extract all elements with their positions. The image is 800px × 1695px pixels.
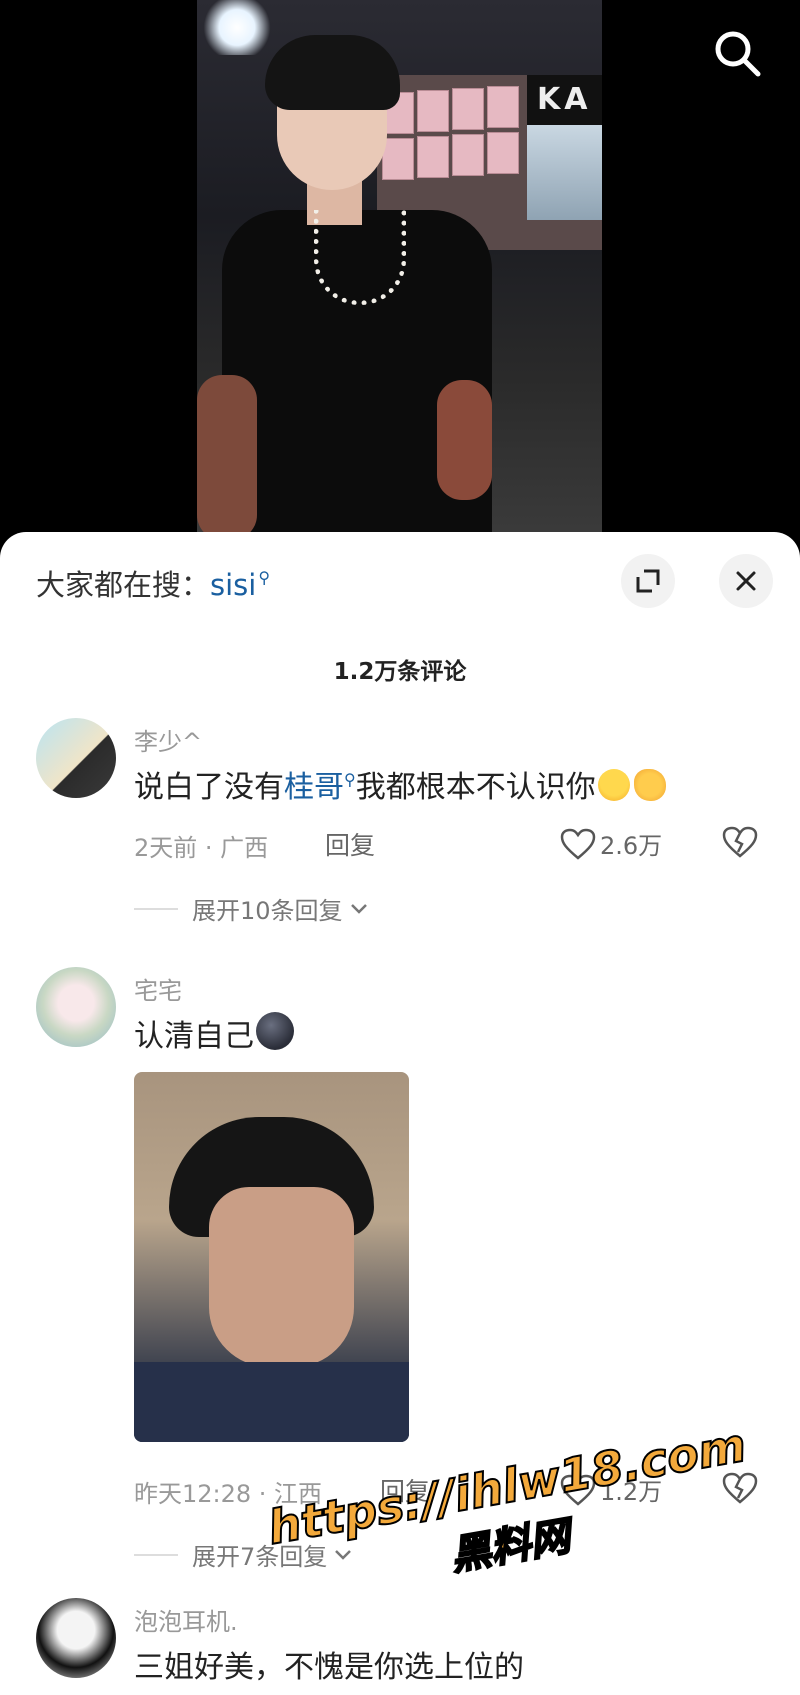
hot-search-term[interactable]: sisi xyxy=(210,568,256,602)
divider xyxy=(134,1553,178,1556)
like-count: 1.2万 xyxy=(600,1478,663,1506)
ok-hand-emoji-icon xyxy=(633,769,666,801)
video-player[interactable]: KA xyxy=(0,0,800,540)
expand-button[interactable] xyxy=(621,554,675,608)
comment-username[interactable]: 泡泡耳机. xyxy=(134,1602,238,1637)
search-icon: ⚲ xyxy=(258,568,271,587)
comment-text-part: 我都根本不认识你 xyxy=(355,770,596,805)
expand-replies-button[interactable]: 展开10条回复 xyxy=(134,891,371,926)
person-hair xyxy=(265,35,400,110)
person-arm xyxy=(437,380,492,500)
necklace xyxy=(314,210,406,305)
poster xyxy=(417,90,449,132)
comment-count: 1.2万条评论 xyxy=(333,659,467,685)
chevron-down-icon xyxy=(335,1549,352,1560)
photo-face xyxy=(209,1187,354,1367)
search-icon: ⚲ xyxy=(344,770,356,789)
comment-text-part: 说白了没有 xyxy=(134,770,284,805)
photo-shirt xyxy=(134,1362,409,1442)
dislike-button[interactable] xyxy=(722,1472,758,1508)
video-frame: KA xyxy=(197,0,602,540)
dislike-button[interactable] xyxy=(722,826,758,862)
poster xyxy=(452,88,484,130)
comment-time-location: 2天前 · 广西 xyxy=(134,834,269,862)
poster xyxy=(487,132,519,174)
expand-replies-label: 展开7条回复 xyxy=(192,1543,328,1571)
person-arm xyxy=(197,375,257,540)
search-button[interactable] xyxy=(712,28,764,80)
broken-heart-icon xyxy=(722,1472,758,1504)
expand-replies-button[interactable]: 展开7条回复 xyxy=(134,1537,355,1572)
comment-text: 认清自己 xyxy=(134,1011,294,1055)
avatar[interactable] xyxy=(36,718,116,798)
expand-icon xyxy=(636,569,660,593)
store-window xyxy=(527,125,602,220)
like-button[interactable]: 1.2万 xyxy=(560,1472,662,1507)
close-icon xyxy=(736,571,756,591)
comment-username[interactable]: 宅宅 xyxy=(134,971,182,1006)
reply-button[interactable]: 回复 xyxy=(380,1472,430,1508)
reply-button[interactable]: 回复 xyxy=(325,826,375,862)
poster xyxy=(487,86,519,128)
like-button[interactable]: 2.6万 xyxy=(560,826,662,861)
dark-face-emoji-icon xyxy=(256,1012,294,1050)
close-button[interactable] xyxy=(719,554,773,608)
poster xyxy=(452,134,484,176)
hot-search-bar[interactable]: 大家都在搜：sisi ⚲ xyxy=(36,560,800,610)
comment-username[interactable]: 李少^ xyxy=(134,722,202,757)
comment-text: 三姐好美，不愧是你选上位的 xyxy=(134,1650,524,1685)
comment-image[interactable] xyxy=(134,1072,409,1442)
heart-icon xyxy=(560,1474,596,1506)
laughing-emoji-icon xyxy=(597,769,630,801)
avatar[interactable] xyxy=(36,967,116,1047)
background-light xyxy=(202,0,272,55)
expand-replies-label: 展开10条回复 xyxy=(192,897,343,925)
comment-link-term[interactable]: 桂哥 xyxy=(284,770,344,805)
store-sign: KA xyxy=(527,75,602,125)
search-icon xyxy=(715,31,761,77)
chevron-down-icon xyxy=(350,903,367,914)
comment-text: 说白了没有桂哥⚲我都根本不认识你 xyxy=(134,762,666,806)
hot-search-prefix: 大家都在搜： xyxy=(36,568,211,602)
broken-heart-icon xyxy=(722,826,758,858)
avatar[interactable] xyxy=(36,1598,116,1678)
poster xyxy=(417,136,449,178)
comment-text-part: 认清自己 xyxy=(134,1019,254,1054)
comment-time-location: 昨天12:28 · 江西 xyxy=(134,1480,323,1508)
comments-sheet: 大家都在搜：sisi ⚲ 1.2万条评论 李少^ 说白了没有桂哥⚲我都根本不认识你… xyxy=(0,532,800,1695)
divider xyxy=(134,907,178,910)
heart-icon xyxy=(560,828,596,860)
like-count: 2.6万 xyxy=(600,832,663,860)
poster xyxy=(382,138,414,180)
